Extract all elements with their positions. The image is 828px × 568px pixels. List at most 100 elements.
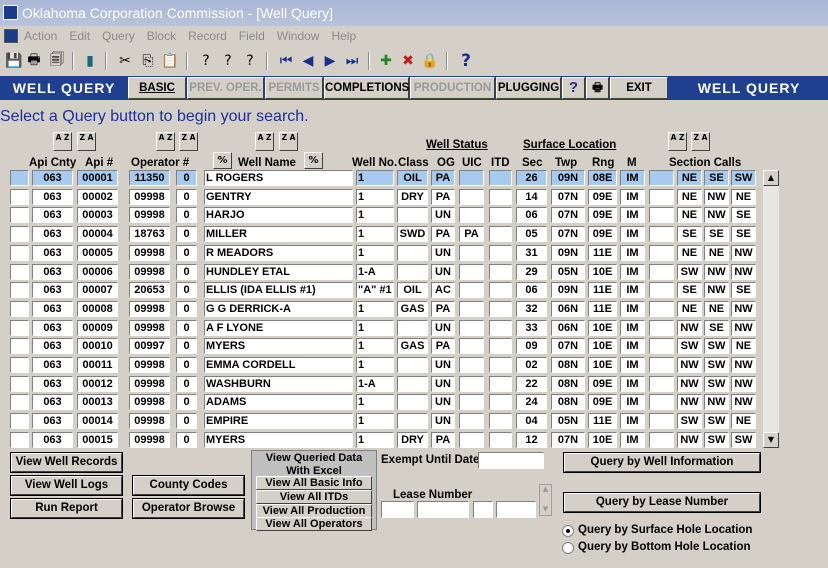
execute-query-icon[interactable]: ? bbox=[218, 51, 238, 71]
api-cnty-cell[interactable]: 063 bbox=[32, 319, 73, 336]
rng-cell[interactable]: 10E bbox=[588, 338, 617, 355]
row-selector[interactable] bbox=[10, 226, 29, 243]
m-cell[interactable]: IM bbox=[620, 300, 645, 317]
itd-cell[interactable] bbox=[489, 375, 512, 392]
menu-help[interactable]: Help bbox=[331, 27, 356, 45]
row-selector[interactable] bbox=[10, 357, 29, 373]
og-cell[interactable]: UN bbox=[431, 207, 455, 224]
section-call-2-cell[interactable]: SW bbox=[704, 375, 729, 392]
twp-cell[interactable]: 07N bbox=[551, 188, 585, 205]
section-extra-cell[interactable] bbox=[649, 300, 674, 317]
og-cell[interactable]: PA bbox=[431, 300, 455, 317]
api-cnty-cell[interactable]: 063 bbox=[32, 207, 73, 224]
section-call-3-cell[interactable]: NW bbox=[731, 263, 756, 280]
query-by-well-info-button[interactable]: Query by Well Information bbox=[563, 452, 761, 473]
prev-oper-button[interactable]: PREV. OPER. bbox=[187, 77, 264, 99]
rng-cell[interactable]: 10E bbox=[588, 263, 617, 280]
sec-cell[interactable]: 26 bbox=[516, 170, 547, 186]
help-button[interactable]: ? bbox=[562, 77, 585, 99]
section-extra-cell[interactable] bbox=[649, 338, 674, 355]
print-button[interactable]: 🖶 bbox=[586, 77, 609, 99]
section-call-3-cell[interactable]: NW bbox=[731, 319, 756, 336]
section-call-1-cell[interactable]: NE bbox=[677, 300, 702, 317]
well-name-cell[interactable]: MILLER bbox=[204, 226, 353, 243]
sec-cell[interactable]: 24 bbox=[516, 394, 547, 411]
operator-cell[interactable]: 09998 bbox=[129, 431, 170, 448]
itd-cell[interactable] bbox=[489, 226, 512, 243]
sec-cell[interactable]: 12 bbox=[516, 431, 547, 448]
well-no-cell[interactable]: "A" #1 bbox=[356, 282, 394, 299]
plugging-button[interactable]: PLUGGING bbox=[496, 77, 561, 99]
row-selector[interactable] bbox=[10, 375, 29, 392]
twp-cell[interactable]: 07N bbox=[551, 226, 585, 243]
row-selector[interactable] bbox=[10, 170, 29, 186]
run-report-button[interactable]: Run Report bbox=[10, 498, 123, 519]
wildcard-suffix-button[interactable]: % bbox=[304, 152, 323, 169]
row-selector[interactable] bbox=[10, 207, 29, 224]
well-no-cell[interactable]: 1 bbox=[356, 394, 394, 411]
print-preview-icon[interactable]: 🗐 bbox=[47, 51, 67, 71]
operator-cell[interactable]: 09998 bbox=[129, 375, 170, 392]
sec-cell[interactable]: 06 bbox=[516, 282, 547, 299]
uic-cell[interactable] bbox=[459, 375, 484, 392]
previous-record-icon[interactable]: ◀ bbox=[298, 51, 318, 71]
well-name-cell[interactable]: MYERS bbox=[204, 431, 353, 448]
lease-up-arrow-icon[interactable]: ▲ bbox=[540, 485, 551, 493]
itd-cell[interactable] bbox=[489, 413, 512, 430]
section-call-2-cell[interactable]: NW bbox=[704, 282, 729, 299]
section-extra-cell[interactable] bbox=[649, 244, 674, 261]
surface-hole-label[interactable]: Query by Surface Hole Location bbox=[578, 524, 752, 536]
section-call-1-cell[interactable]: NE bbox=[677, 207, 702, 224]
og-cell[interactable]: PA bbox=[431, 226, 455, 243]
itd-cell[interactable] bbox=[489, 338, 512, 355]
row-selector[interactable] bbox=[10, 188, 29, 205]
well-name-cell[interactable]: ELLIS (IDA ELLIS #1) bbox=[204, 282, 353, 299]
itd-cell[interactable] bbox=[489, 188, 512, 205]
section-extra-cell[interactable] bbox=[649, 188, 674, 205]
operator-cell[interactable]: 00997 bbox=[129, 338, 170, 355]
sort-asc-section[interactable]: A Z bbox=[668, 132, 687, 151]
operator-suffix-cell[interactable]: 0 bbox=[176, 319, 197, 336]
twp-cell[interactable]: 05N bbox=[551, 263, 585, 280]
well-no-cell[interactable]: 1 bbox=[356, 357, 394, 373]
rng-cell[interactable]: 09E bbox=[588, 375, 617, 392]
save-icon[interactable]: 💾 bbox=[4, 51, 24, 71]
operator-suffix-cell[interactable]: 0 bbox=[176, 188, 197, 205]
sec-cell[interactable]: 09 bbox=[516, 338, 547, 355]
section-extra-cell[interactable] bbox=[649, 263, 674, 280]
api-cnty-cell[interactable]: 063 bbox=[32, 375, 73, 392]
menu-window[interactable]: Window bbox=[277, 27, 320, 45]
help-icon[interactable]: ? bbox=[456, 51, 476, 71]
cancel-query-icon[interactable]: ? bbox=[240, 51, 260, 71]
section-extra-cell[interactable] bbox=[649, 170, 674, 186]
class-cell[interactable]: GAS bbox=[397, 338, 428, 355]
last-record-icon[interactable]: ⏭ bbox=[342, 51, 362, 71]
well-no-cell[interactable]: 1 bbox=[356, 188, 394, 205]
well-name-cell[interactable]: L ROGERS bbox=[204, 170, 353, 186]
section-call-1-cell[interactable]: NE bbox=[677, 170, 702, 186]
section-extra-cell[interactable] bbox=[649, 282, 674, 299]
bottom-hole-label[interactable]: Query by Bottom Hole Location bbox=[578, 541, 751, 553]
sec-cell[interactable]: 04 bbox=[516, 413, 547, 430]
section-call-2-cell[interactable]: SW bbox=[704, 431, 729, 448]
lease-number-field-1[interactable] bbox=[381, 501, 414, 518]
section-call-3-cell[interactable]: SW bbox=[731, 170, 756, 186]
m-cell[interactable]: IM bbox=[620, 394, 645, 411]
twp-cell[interactable]: 09N bbox=[551, 244, 585, 261]
paste-icon[interactable]: 📋 bbox=[160, 51, 180, 71]
class-cell[interactable] bbox=[397, 207, 428, 224]
rng-cell[interactable]: 11E bbox=[588, 244, 617, 261]
well-name-cell[interactable]: EMPIRE bbox=[204, 413, 353, 430]
sec-cell[interactable]: 14 bbox=[516, 188, 547, 205]
section-call-2-cell[interactable]: NE bbox=[704, 244, 729, 261]
uic-cell[interactable]: PA bbox=[459, 226, 484, 243]
og-cell[interactable]: UN bbox=[431, 357, 455, 373]
operator-suffix-cell[interactable]: 0 bbox=[176, 413, 197, 430]
sort-desc-operator[interactable]: Z A bbox=[179, 132, 198, 151]
section-extra-cell[interactable] bbox=[649, 394, 674, 411]
class-cell[interactable] bbox=[397, 413, 428, 430]
exit-door-icon[interactable]: ▮ bbox=[80, 51, 100, 71]
uic-cell[interactable] bbox=[459, 357, 484, 373]
class-cell[interactable]: GAS bbox=[397, 300, 428, 317]
api-cnty-cell[interactable]: 063 bbox=[32, 263, 73, 280]
